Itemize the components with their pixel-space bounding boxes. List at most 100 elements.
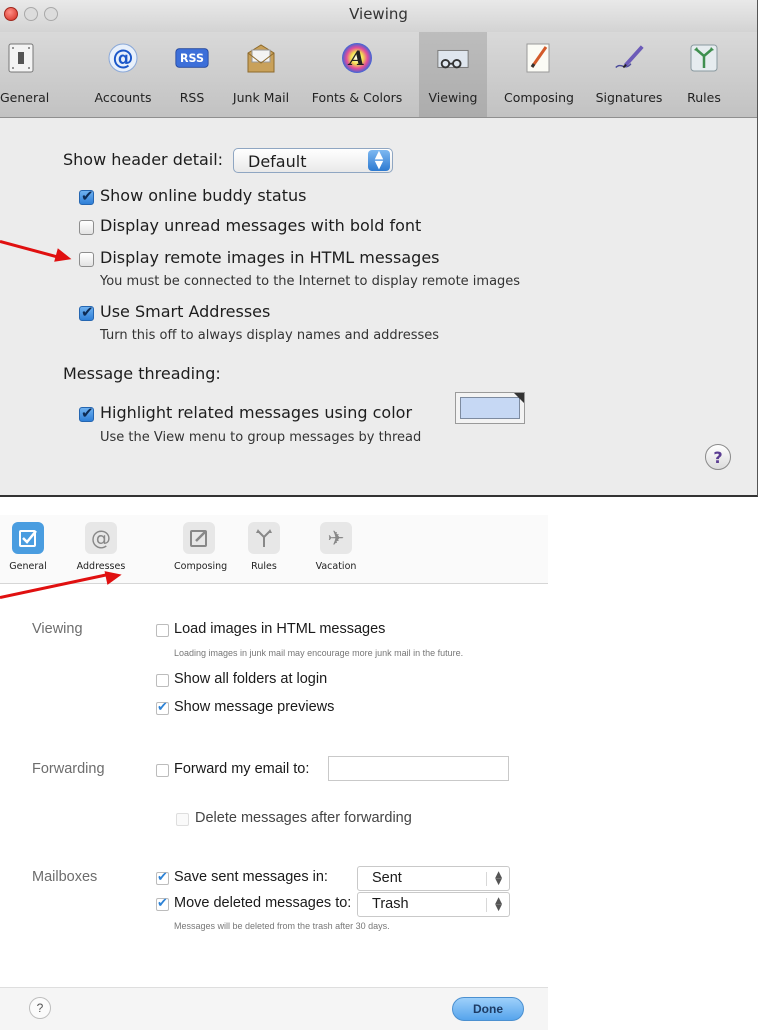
- tab-rules[interactable]: Rules: [674, 32, 734, 117]
- show-folders-checkbox[interactable]: [156, 674, 169, 687]
- tab-rss[interactable]: RSS RSS: [168, 32, 216, 117]
- move-deleted-value: Trash: [372, 896, 409, 912]
- message-threading-label: Message threading:: [63, 364, 221, 383]
- rules-arrows-icon: [248, 522, 280, 554]
- mailboxes-section-label: Mailboxes: [32, 869, 98, 885]
- trash-note: Messages will be deleted from the trash …: [174, 921, 390, 931]
- load-images-checkbox[interactable]: [156, 624, 169, 637]
- forward-email-checkbox[interactable]: [156, 764, 169, 777]
- header-detail-select[interactable]: Default ▲ ▼: [233, 148, 393, 173]
- svg-text:RSS: RSS: [180, 52, 204, 65]
- tab-general[interactable]: General: [8, 515, 48, 572]
- tab-accounts-label: Accounts: [94, 90, 152, 105]
- save-sent-checkbox[interactable]: [156, 870, 169, 885]
- up-down-chevron-icon: ▲ ▼: [495, 870, 502, 887]
- signature-pen-icon: [612, 42, 646, 74]
- pencil-icon: [522, 42, 556, 74]
- tab-composing-label: Composing: [174, 561, 228, 572]
- tab-viewing[interactable]: Viewing: [419, 32, 487, 117]
- move-deleted-select[interactable]: Trash ▲ ▼: [357, 892, 510, 917]
- help-button[interactable]: ?: [705, 444, 731, 470]
- load-images-label: Load images in HTML messages: [174, 621, 386, 637]
- done-button[interactable]: Done: [452, 997, 524, 1021]
- show-previews-label: Show message previews: [174, 699, 335, 715]
- highlight-note: Use the View menu to group messages by t…: [100, 430, 422, 445]
- smart-addresses-label: Use Smart Addresses: [100, 302, 271, 321]
- viewing-section-label: Viewing: [32, 621, 83, 637]
- tab-fonts-colors[interactable]: A Fonts & Colors: [303, 32, 411, 117]
- svg-text:@: @: [113, 46, 134, 70]
- tab-rules[interactable]: Rules: [248, 515, 280, 572]
- mac-mail-preferences-window: Viewing General @ Accounts RSS RSS Junk …: [0, 0, 758, 497]
- smart-addresses-note: Turn this off to always display names an…: [100, 328, 440, 343]
- web-preferences-tabs: General @ Addresses Composing Rules ✈ Va…: [0, 515, 548, 584]
- show-buddy-status-label: Show online buddy status: [100, 186, 307, 205]
- tab-general-label: General: [0, 90, 50, 105]
- web-mail-preferences: General @ Addresses Composing Rules ✈ Va…: [0, 497, 548, 1030]
- color-well-corner: [514, 393, 524, 403]
- tab-junk-mail[interactable]: Junk Mail: [226, 32, 296, 117]
- viewing-preferences-pane: Show header detail: Default ▲▼ Show onli…: [0, 118, 757, 494]
- tab-rules-label: Rules: [687, 90, 721, 105]
- load-images-note: Loading images in junk mail may encourag…: [174, 648, 464, 658]
- tab-composing[interactable]: Composing: [496, 32, 582, 117]
- forward-email-label: Forward my email to:: [174, 761, 310, 777]
- tab-rss-label: RSS: [179, 90, 205, 105]
- highlight-related-checkbox[interactable]: [79, 404, 94, 422]
- save-sent-select[interactable]: Sent ▲ ▼: [357, 866, 510, 891]
- tab-composing-label: Composing: [504, 90, 574, 105]
- move-deleted-label: Move deleted messages to:: [174, 895, 352, 911]
- forward-email-input[interactable]: [328, 756, 509, 781]
- save-sent-label: Save sent messages in:: [174, 869, 328, 885]
- tab-viewing-label: Viewing: [428, 90, 478, 105]
- airplane-icon: ✈: [320, 522, 352, 554]
- highlight-related-label: Highlight related messages using color: [100, 403, 413, 422]
- rss-icon: RSS: [175, 42, 209, 74]
- highlight-color-swatch: [460, 397, 520, 419]
- tab-vacation[interactable]: ✈ Vacation: [314, 515, 358, 572]
- forwarding-section-label: Forwarding: [32, 761, 105, 777]
- bold-unread-checkbox[interactable]: [79, 220, 94, 235]
- remote-images-checkbox[interactable]: [79, 252, 94, 267]
- delete-after-forwarding-checkbox[interactable]: [176, 813, 189, 826]
- up-down-chevron-icon: ▲ ▼: [368, 149, 390, 171]
- remote-images-note: You must be connected to the Internet to…: [100, 274, 521, 289]
- up-down-chevron-icon: ▲ ▼: [495, 896, 502, 913]
- bold-unread-label: Display unread messages with bold font: [100, 216, 422, 235]
- rules-arrows-icon: [687, 42, 721, 74]
- junk-mail-icon: [244, 42, 278, 74]
- smart-addresses-checkbox[interactable]: [79, 303, 94, 321]
- tab-composing[interactable]: Composing: [174, 515, 228, 572]
- preferences-footer: ? Done: [0, 987, 548, 1030]
- delete-after-forwarding-label: Delete messages after forwarding: [195, 810, 412, 826]
- title-bar: Viewing: [0, 0, 757, 32]
- tab-signatures-label: Signatures: [595, 90, 663, 105]
- tab-signatures[interactable]: Signatures: [589, 32, 669, 117]
- window-title: Viewing: [349, 5, 408, 23]
- show-buddy-status-checkbox[interactable]: [79, 187, 94, 205]
- select-divider: [486, 898, 487, 912]
- tab-accounts[interactable]: @ Accounts: [86, 32, 160, 117]
- remote-images-label: Display remote images in HTML messages: [100, 248, 440, 267]
- tab-addresses[interactable]: @ Addresses: [74, 515, 128, 572]
- show-previews-checkbox[interactable]: [156, 700, 169, 715]
- tab-general[interactable]: General: [0, 32, 50, 117]
- save-sent-value: Sent: [372, 870, 402, 886]
- fonts-colors-icon: A: [340, 42, 374, 74]
- svg-text:A: A: [347, 46, 365, 70]
- viewing-glasses-icon: [436, 42, 470, 74]
- highlight-color-well[interactable]: [455, 392, 525, 424]
- at-sign-icon: @: [106, 42, 140, 74]
- select-divider: [486, 872, 487, 886]
- general-switch-icon: [4, 42, 38, 74]
- help-button[interactable]: ?: [29, 997, 51, 1019]
- at-sign-icon: @: [85, 522, 117, 554]
- header-detail-value: Default: [248, 152, 307, 171]
- preferences-toolbar: General @ Accounts RSS RSS Junk Mail A F…: [0, 32, 757, 118]
- show-header-detail-label: Show header detail:: [63, 150, 224, 169]
- move-deleted-checkbox[interactable]: [156, 896, 169, 911]
- tab-rules-label: Rules: [251, 561, 277, 572]
- tab-general-label: General: [9, 561, 47, 572]
- compose-icon: [183, 522, 215, 554]
- checkbox-icon: [12, 522, 44, 554]
